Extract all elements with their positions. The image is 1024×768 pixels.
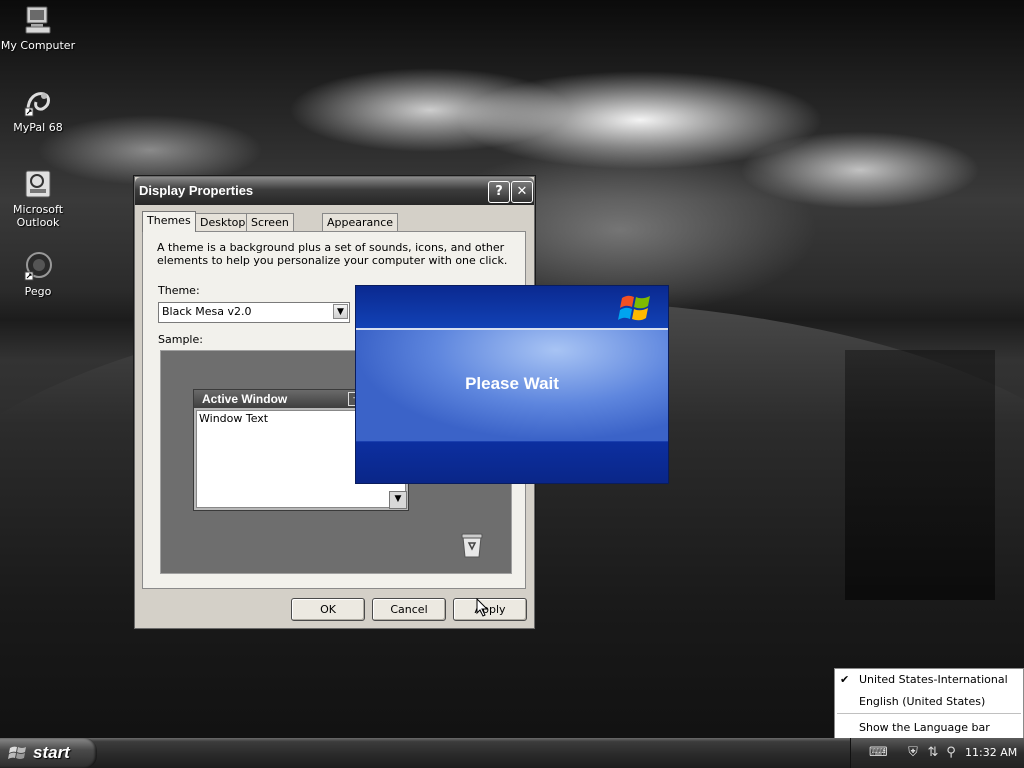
start-button[interactable]: start	[0, 738, 97, 768]
tab-appearance[interactable]: Appearance	[322, 213, 399, 231]
menu-item-us-international[interactable]: United States-International	[859, 673, 1008, 686]
clock[interactable]: 11:32 AM	[965, 746, 1017, 759]
ok-button[interactable]: OK	[291, 598, 365, 621]
search-icon[interactable]: ⚲	[943, 745, 959, 761]
scroll-down-icon: ▼	[389, 491, 407, 509]
desktop-icon-label: MyPal 68	[13, 121, 63, 134]
desktop-icon-label: Pego	[24, 285, 52, 298]
keyboard-icon[interactable]: ⌨	[869, 745, 888, 761]
close-button[interactable]: ✕	[511, 181, 533, 203]
theme-dropdown-value: Black Mesa v2.0	[162, 305, 252, 318]
chevron-down-icon[interactable]: ▼	[333, 304, 348, 319]
tab-screen-saver[interactable]: Screen Saver	[246, 213, 294, 246]
network-icon[interactable]: ⇅	[925, 745, 941, 761]
desktop-icon-mypal[interactable]: MyPal 68	[0, 86, 76, 134]
windows-logo-icon	[618, 295, 650, 321]
please-wait-footer	[356, 441, 668, 483]
windows-flag-icon	[8, 746, 26, 759]
desktop-icon-label: My Computer	[0, 39, 76, 52]
cancel-button[interactable]: Cancel	[372, 598, 446, 621]
my-computer-icon	[25, 6, 51, 34]
theme-label: Theme:	[158, 284, 200, 297]
shadow-pillar	[845, 350, 995, 600]
theme-dropdown[interactable]: Black Mesa v2.0 ▼	[158, 302, 350, 323]
checkmark-icon: ✔	[840, 673, 850, 686]
help-button[interactable]: ?	[488, 181, 510, 203]
sample-window-text: Window Text	[199, 412, 269, 425]
window-title: Display Properties	[139, 183, 254, 198]
mypal-icon	[24, 92, 50, 117]
sample-label: Sample:	[158, 333, 203, 346]
desktop-icon-label: Microsoft Outlook	[12, 203, 64, 229]
themes-description: A theme is a background plus a set of so…	[157, 241, 508, 267]
desktop-icon-pego[interactable]: Pego	[0, 250, 76, 298]
please-wait-dialog: Please Wait	[355, 285, 669, 484]
start-label: start	[33, 743, 70, 762]
pego-icon	[24, 252, 52, 281]
tab-desktop[interactable]: Desktop	[195, 213, 251, 231]
security-shield-icon[interactable]: ⛨	[905, 745, 921, 761]
outlook-icon	[25, 170, 51, 198]
system-tray: ⌨ ⛨ ⇅ ⚲ 11:32 AM	[850, 738, 1024, 768]
please-wait-message: Please Wait	[465, 374, 559, 393]
mouse-cursor-icon	[476, 598, 489, 617]
desktop-icon-outlook[interactable]: Microsoft Outlook	[0, 168, 76, 229]
language-menu: ✔ United States-International English (U…	[834, 668, 1024, 740]
please-wait-header	[356, 286, 668, 330]
menu-separator	[837, 713, 1021, 714]
menu-item-english-us[interactable]: English (United States)	[859, 695, 985, 708]
title-bar[interactable]: Display Properties ? ✕	[135, 177, 534, 205]
apply-button[interactable]: Apply	[453, 598, 527, 621]
menu-item-show-language-bar[interactable]: Show the Language bar	[859, 721, 990, 734]
recycle-bin-icon	[461, 533, 483, 558]
tab-themes[interactable]: Themes	[142, 211, 196, 232]
taskbar: start ⌨ ⛨ ⇅ ⚲ 11:32 AM	[0, 738, 1024, 768]
desktop-icon-my-computer[interactable]: My Computer	[0, 4, 76, 52]
